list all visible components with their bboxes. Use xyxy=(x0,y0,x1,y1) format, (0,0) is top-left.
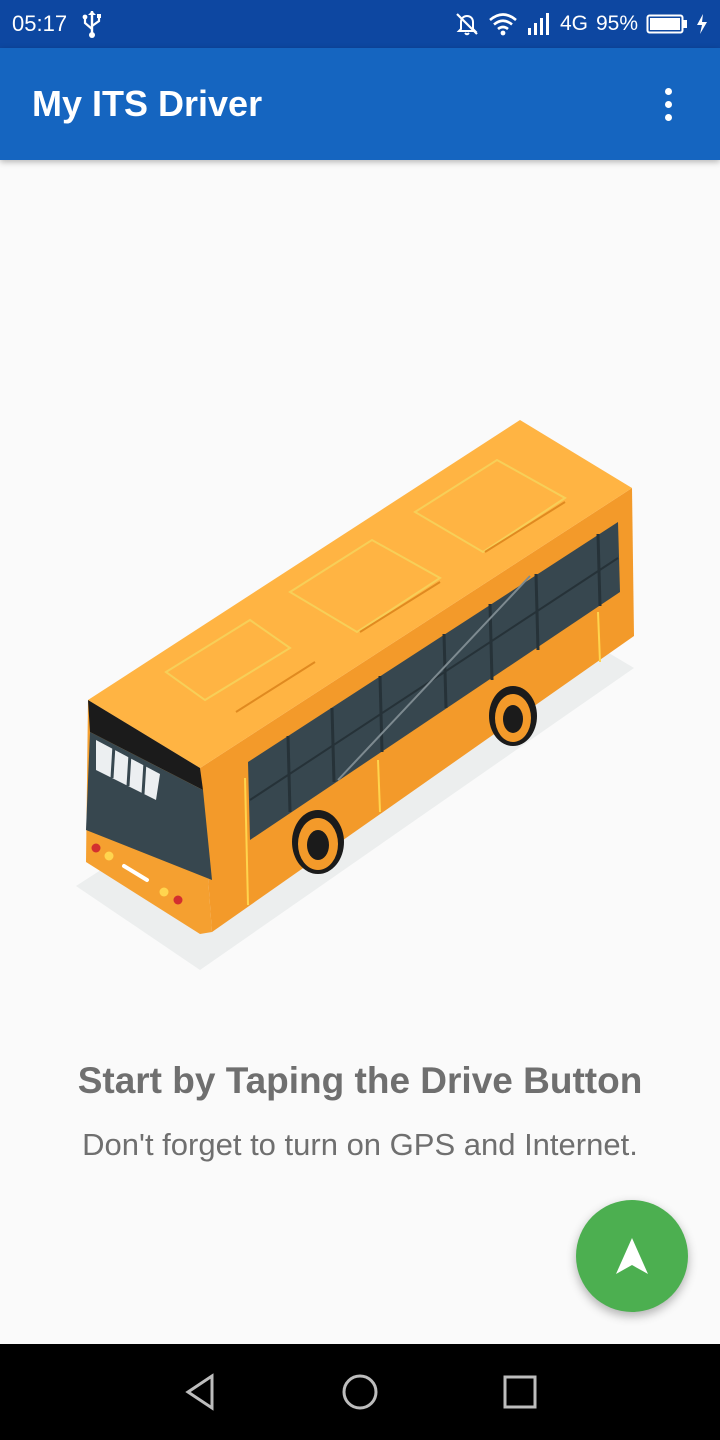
app-title: My ITS Driver xyxy=(32,83,263,124)
back-icon[interactable] xyxy=(170,1362,230,1422)
battery-percent: 95% xyxy=(595,12,638,35)
wifi-icon xyxy=(488,12,518,36)
empty-state-title: Start by Taping the Drive Button xyxy=(77,1060,643,1101)
signal-icon xyxy=(526,11,552,37)
network-type: 4G xyxy=(559,12,588,35)
empty-state-subtitle: Don't forget to turn on GPS and Internet… xyxy=(82,1127,638,1162)
home-icon[interactable] xyxy=(330,1362,390,1422)
bus-illustration xyxy=(76,420,634,970)
status-time: 05:17 xyxy=(12,11,68,36)
charging-icon xyxy=(696,13,708,35)
drive-fab-button[interactable] xyxy=(576,1200,688,1312)
notifications-off-icon xyxy=(454,11,480,37)
recents-icon[interactable] xyxy=(490,1362,550,1422)
app-bar: My ITS Driver xyxy=(0,48,720,160)
status-bar: 05:17 4G 95% xyxy=(0,0,720,48)
system-nav-bar xyxy=(0,1344,720,1440)
main-content: Start by Taping the Drive Button Don't f… xyxy=(0,160,720,1344)
navigation-arrow-icon xyxy=(614,1236,650,1276)
usb-icon xyxy=(81,9,103,39)
battery-icon xyxy=(646,13,688,35)
more-vert-icon[interactable] xyxy=(648,74,688,134)
